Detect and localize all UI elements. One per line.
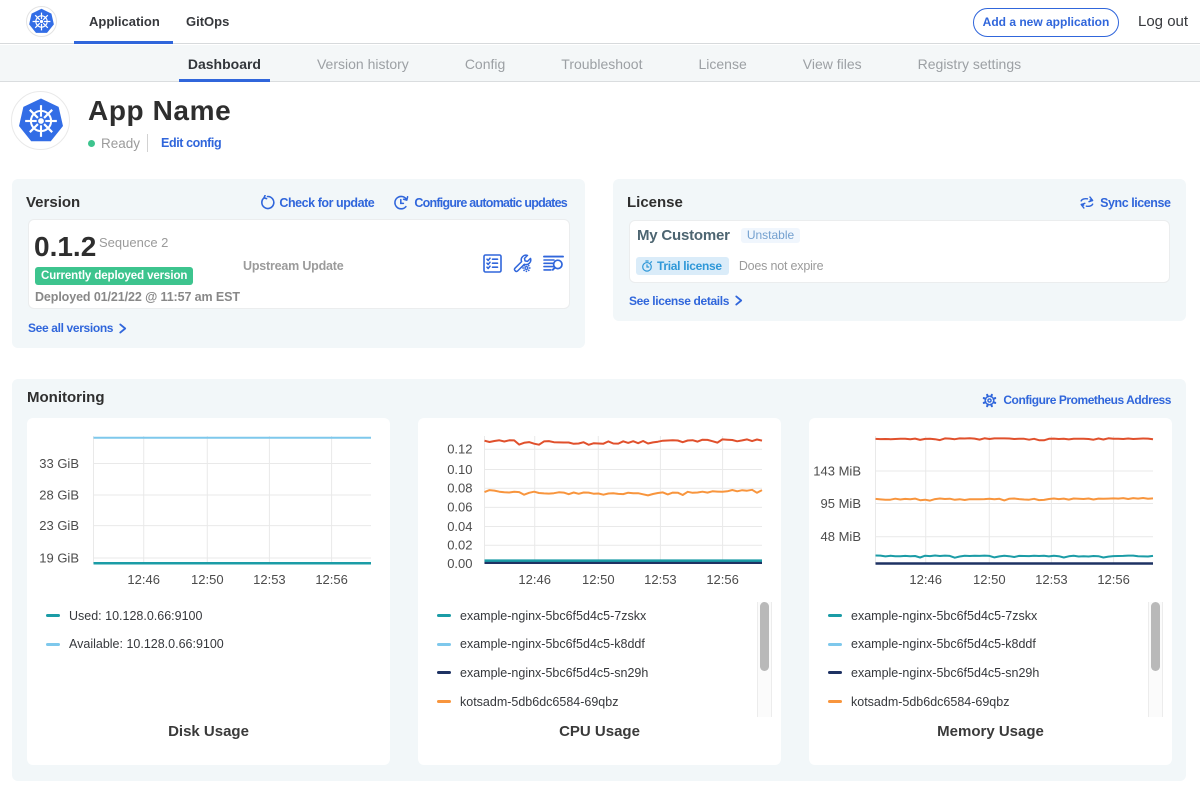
svg-text:0.08: 0.08 <box>447 481 472 496</box>
svg-text:12:46: 12:46 <box>518 572 551 587</box>
svg-text:12:46: 12:46 <box>127 572 160 587</box>
svg-text:12:50: 12:50 <box>582 572 615 587</box>
svg-text:28 GiB: 28 GiB <box>39 487 79 502</box>
svg-text:33 GiB: 33 GiB <box>39 456 79 471</box>
svg-text:23 GiB: 23 GiB <box>39 518 79 533</box>
svg-text:12:53: 12:53 <box>253 572 286 587</box>
svg-text:12:50: 12:50 <box>973 572 1006 587</box>
svg-text:0.06: 0.06 <box>447 500 472 515</box>
svg-text:0.04: 0.04 <box>447 519 472 534</box>
svg-text:0.00: 0.00 <box>447 556 472 571</box>
svg-text:0.12: 0.12 <box>447 442 472 457</box>
svg-text:12:56: 12:56 <box>706 572 739 587</box>
svg-text:12:53: 12:53 <box>1035 572 1068 587</box>
svg-text:143 MiB: 143 MiB <box>813 463 861 478</box>
svg-text:95 MiB: 95 MiB <box>821 496 861 511</box>
svg-text:48 MiB: 48 MiB <box>821 529 861 544</box>
svg-text:19 GiB: 19 GiB <box>39 550 79 565</box>
svg-text:12:56: 12:56 <box>1097 572 1130 587</box>
svg-text:12:50: 12:50 <box>191 572 224 587</box>
svg-text:12:46: 12:46 <box>909 572 942 587</box>
svg-text:12:56: 12:56 <box>315 572 348 587</box>
svg-text:0.02: 0.02 <box>447 538 472 553</box>
svg-text:12:53: 12:53 <box>644 572 677 587</box>
svg-text:0.10: 0.10 <box>447 462 472 477</box>
